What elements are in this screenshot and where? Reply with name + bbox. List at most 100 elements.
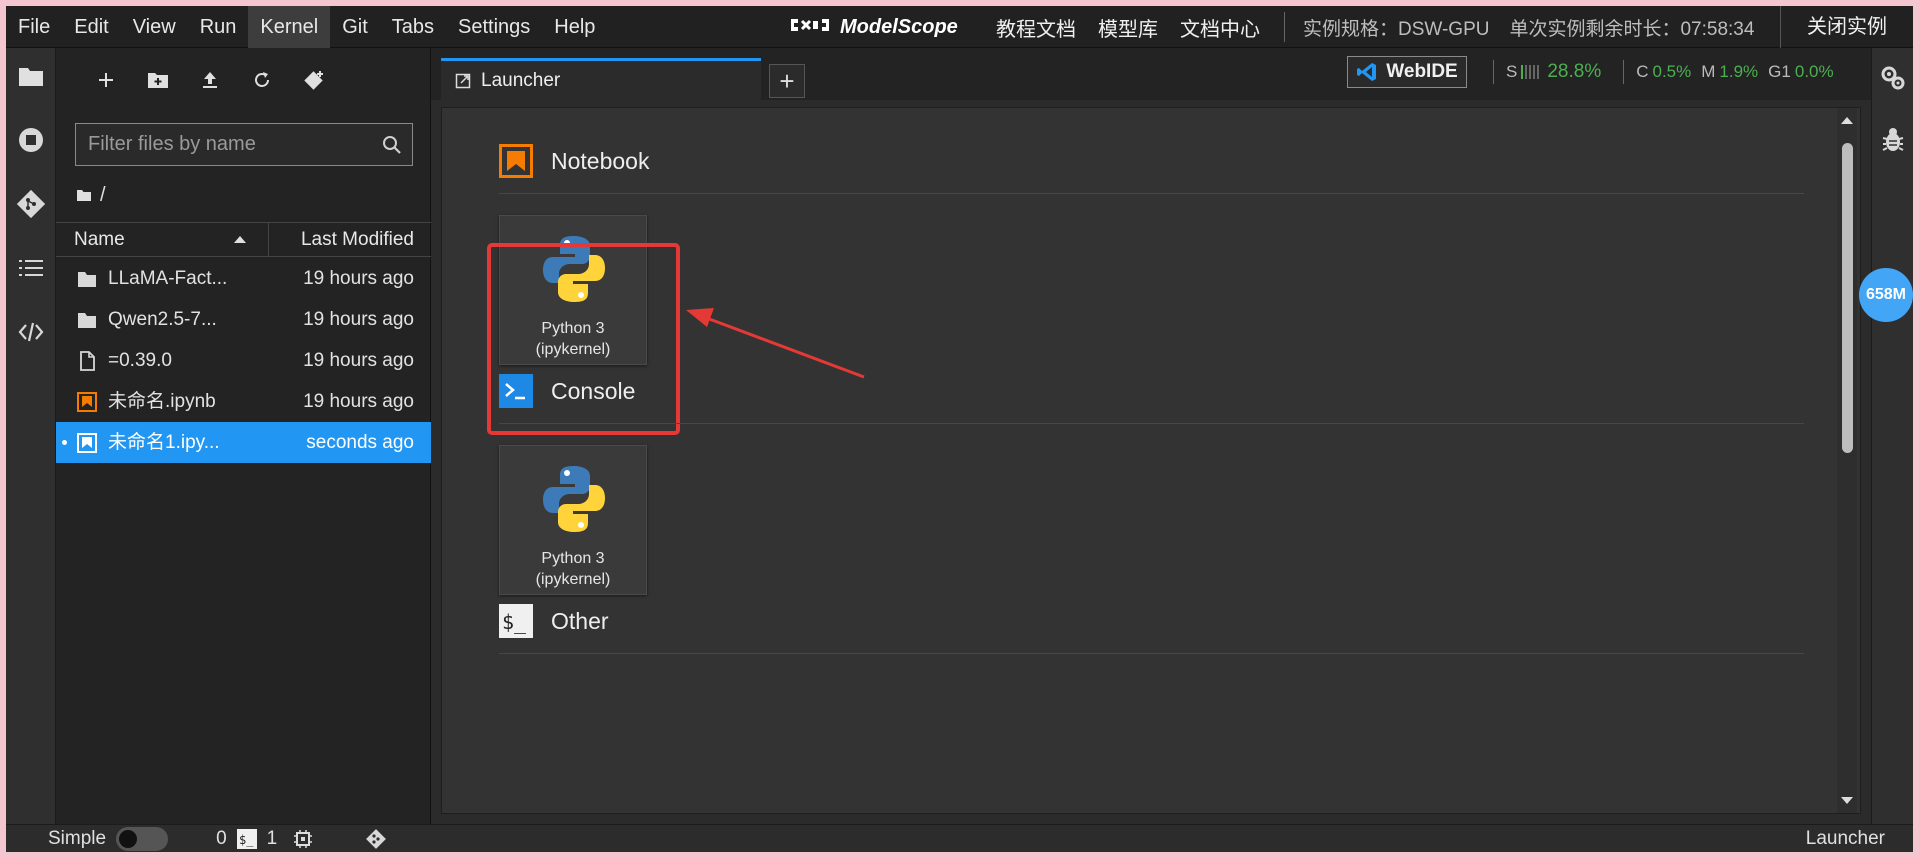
- file-browser-panel: / Name Last Modified LLaMA-Fact... 19 ho…: [56, 48, 431, 824]
- stat-gpu-value: 0.0%: [1794, 62, 1834, 81]
- file-name: 未命名1.ipy...: [108, 432, 220, 453]
- top-links: 教程文档 模型库 文档中心 实例规格：DSW-GPU 单次实例剩余时长：07:5…: [996, 6, 1774, 48]
- file-row-qwen[interactable]: Qwen2.5-7... 19 hours ago: [56, 299, 431, 340]
- stat-storage-value: 28.8%: [1547, 61, 1602, 82]
- git-clone-icon[interactable]: [296, 62, 332, 98]
- header-name-label: Name: [74, 229, 125, 250]
- file-name: LLaMA-Fact...: [108, 268, 228, 289]
- git-status-icon[interactable]: [365, 828, 387, 850]
- status-bar: Simple 0 $_ 1 Launcher: [6, 824, 1913, 852]
- toggle-knob: [119, 829, 138, 848]
- card-label: Python 3 (ipykernel): [500, 548, 646, 590]
- left-activity-bar: [6, 48, 56, 824]
- simple-mode-toggle[interactable]: [116, 826, 169, 851]
- tab-label: Launcher: [481, 69, 561, 91]
- folder-icon: [78, 313, 96, 328]
- notebook-icon: [499, 144, 533, 178]
- right-activity-bar: [1871, 48, 1913, 824]
- table-of-contents-icon[interactable]: [15, 252, 47, 284]
- menu-help[interactable]: Help: [542, 6, 607, 48]
- brand-text: ModelScope: [840, 15, 958, 38]
- link-doc-center[interactable]: 文档中心: [1180, 13, 1260, 42]
- memory-usage-badge[interactable]: 658M: [1859, 268, 1913, 322]
- kernel-count[interactable]: 0: [216, 828, 227, 850]
- stat-mem-key: M: [1701, 62, 1716, 81]
- file-row-0-39-0[interactable]: =0.39.0 19 hours ago: [56, 340, 431, 381]
- section-console: Console: [499, 374, 635, 408]
- running-indicator-icon: [62, 440, 67, 445]
- folder-icon: [77, 190, 91, 201]
- red-arrow-annotation: [686, 308, 865, 379]
- scroll-down-icon[interactable]: [1837, 793, 1857, 809]
- webide-button[interactable]: WebIDE: [1347, 56, 1467, 88]
- breadcrumb[interactable]: /: [76, 182, 106, 208]
- sort-ascending-icon: [234, 236, 246, 243]
- new-launcher-icon[interactable]: [88, 62, 124, 98]
- file-row-llama-factory[interactable]: LLaMA-Fact... 19 hours ago: [56, 258, 431, 299]
- vscode-icon: [1357, 63, 1377, 81]
- sort-by-name-header[interactable]: Name: [56, 222, 269, 257]
- git-icon[interactable]: [15, 188, 47, 220]
- upload-icon[interactable]: [192, 62, 228, 98]
- menu-file[interactable]: File: [6, 6, 62, 48]
- running-stop-icon[interactable]: [15, 124, 47, 156]
- cpu-chip-icon[interactable]: [293, 829, 313, 849]
- section-other: $_ Other: [499, 604, 609, 638]
- menu-kernel[interactable]: Kernel: [248, 6, 331, 48]
- terminal-count[interactable]: 1: [267, 828, 278, 850]
- file-name: 未命名.ipynb: [108, 391, 216, 412]
- scroll-up-icon[interactable]: [1837, 112, 1857, 128]
- menu-view[interactable]: View: [121, 6, 188, 48]
- menu-run[interactable]: Run: [188, 6, 249, 48]
- link-model-library[interactable]: 模型库: [1098, 13, 1158, 42]
- sort-by-modified-header[interactable]: Last Modified: [269, 229, 431, 251]
- launcher-panel: Notebook Python 3 (ipykernel) Console Py…: [441, 107, 1861, 814]
- launcher-scrollbar[interactable]: [1837, 108, 1857, 813]
- stat-cpu-value: 0.5%: [1652, 62, 1692, 81]
- file-name: Qwen2.5-7...: [108, 309, 217, 330]
- link-tutorial-docs[interactable]: 教程文档: [996, 13, 1076, 42]
- modelscope-brand[interactable]: ModelScope: [788, 6, 958, 48]
- new-folder-icon[interactable]: [140, 62, 176, 98]
- file-row-untitled-ipynb[interactable]: 未命名.ipynb 19 hours ago: [56, 381, 431, 422]
- stat-divider: [1493, 60, 1494, 84]
- file-row-untitled1-ipynb[interactable]: 未命名1.ipy... seconds ago: [56, 422, 431, 463]
- file-modified: 19 hours ago: [303, 268, 414, 289]
- terminal-icon: $_: [236, 828, 257, 849]
- file-modified: 19 hours ago: [303, 309, 414, 330]
- scroll-thumb[interactable]: [1842, 143, 1853, 453]
- code-icon[interactable]: [15, 316, 47, 348]
- menu-git[interactable]: Git: [330, 6, 380, 48]
- search-icon: [383, 136, 401, 154]
- stat-storage-key: S: [1506, 62, 1518, 81]
- instance-remaining-time: 单次实例剩余时长：07:58:34: [1509, 18, 1755, 40]
- section-divider: [499, 423, 1804, 424]
- menu-edit[interactable]: Edit: [62, 6, 120, 48]
- folder-icon[interactable]: [15, 60, 47, 92]
- menu-settings[interactable]: Settings: [446, 6, 542, 48]
- refresh-icon[interactable]: [244, 62, 280, 98]
- tab-launcher[interactable]: Launcher: [441, 58, 761, 100]
- property-inspector-gears-icon[interactable]: [1877, 62, 1909, 94]
- svg-text:$_: $_: [239, 833, 254, 847]
- resource-stats: S 28.8% C 0.5% M 1.9% G1 0.0%: [1481, 56, 1844, 88]
- terminal-icon: $_: [499, 604, 533, 638]
- console-python3-card[interactable]: Python 3 (ipykernel): [499, 445, 647, 595]
- launcher-icon: [455, 73, 471, 88]
- file-list-header: Name Last Modified: [56, 222, 431, 257]
- notebook-icon: [77, 433, 97, 453]
- file-name: =0.39.0: [108, 350, 172, 371]
- breadcrumb-root[interactable]: /: [100, 184, 106, 207]
- section-notebook: Notebook: [499, 144, 649, 178]
- svg-text:$_: $_: [502, 610, 527, 634]
- debugger-bug-icon[interactable]: [1877, 124, 1909, 156]
- python-logo-icon: [543, 466, 605, 532]
- stat-divider: [1623, 60, 1625, 84]
- new-tab-button[interactable]: +: [769, 64, 805, 98]
- filter-files-input[interactable]: [76, 124, 366, 165]
- file-list: LLaMA-Fact... 19 hours ago Qwen2.5-7... …: [56, 258, 431, 463]
- menu-tabs[interactable]: Tabs: [380, 6, 446, 48]
- storage-bars-icon: [1521, 65, 1540, 79]
- modelscope-logo-icon: [788, 13, 832, 42]
- close-instance-button[interactable]: 关闭实例: [1780, 6, 1913, 48]
